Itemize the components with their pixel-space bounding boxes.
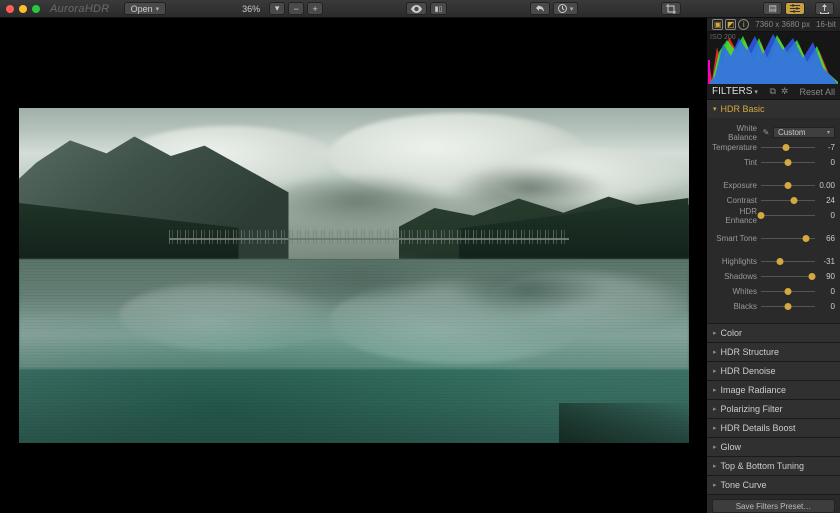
image-viewer[interactable] (0, 18, 707, 513)
reset-all-button[interactable]: Reset All (799, 87, 835, 97)
histogram[interactable]: ISO 200 (707, 32, 840, 84)
highlights-slider[interactable] (761, 256, 815, 267)
export-icon (820, 4, 829, 14)
section-header-image-radiance[interactable]: Image Radiance (707, 381, 840, 399)
zoom-level-label[interactable]: 36% (236, 4, 266, 14)
shadows-slider[interactable] (761, 271, 815, 282)
contrast-slider[interactable] (761, 195, 815, 206)
whites-slider[interactable] (761, 286, 815, 297)
clock-icon (558, 4, 567, 13)
sliders-icon (790, 4, 800, 13)
histogram-toggle-icon[interactable]: ▣ (712, 19, 723, 30)
open-menu-button[interactable]: Open (124, 2, 167, 15)
row-blacks: Blacks0 (712, 300, 835, 313)
hdr-enhance-slider[interactable] (761, 210, 815, 221)
save-filters-preset-button[interactable]: Save Filters Preset (712, 499, 835, 513)
row-hdr-enhance: HDR Enhance0 (712, 209, 835, 222)
filters-header: FILTERS ⧉ ✲ Reset All (707, 84, 840, 100)
preview-image (19, 108, 689, 443)
filters-settings-icon[interactable]: ✲ (781, 86, 789, 97)
info-toggle-icon[interactable]: ◩ (725, 19, 736, 30)
image-bit-depth: 16-bit (816, 20, 836, 29)
temperature-slider[interactable] (761, 142, 815, 153)
row-shadows: Shadows90 (712, 270, 835, 283)
maximize-window-button[interactable] (32, 5, 40, 13)
row-whites: Whites0 (712, 285, 835, 298)
eyedropper-button[interactable]: ✎ (761, 128, 771, 138)
white-balance-label: White Balance (712, 124, 761, 142)
section-header-glow[interactable]: Glow (707, 438, 840, 456)
section-header-hdr-structure[interactable]: HDR Structure (707, 343, 840, 361)
section-header-hdr-basic[interactable]: HDR Basic (707, 100, 840, 118)
section-header-hdr-details-boost[interactable]: HDR Details Boost (707, 419, 840, 437)
filters-title[interactable]: FILTERS (712, 86, 758, 97)
section-header-tone-curve[interactable]: Tone Curve (707, 476, 840, 494)
right-panel: ▣ ◩ i 7360 x 3680 px 16-bit ISO 200 FILT… (707, 18, 840, 513)
row-highlights: Highlights-31 (712, 255, 835, 268)
help-icon[interactable]: i (738, 19, 749, 30)
crop-icon (666, 4, 676, 14)
row-tint: Tint0 (712, 156, 835, 169)
section-hdr-basic: HDR Basic White Balance ✎ Custom Tempera… (707, 100, 840, 324)
copy-filters-icon[interactable]: ⧉ (769, 86, 775, 97)
section-header-color[interactable]: Color (707, 324, 840, 342)
row-white-balance: White Balance ✎ Custom (712, 126, 835, 139)
zoom-in-button[interactable]: + (307, 2, 323, 15)
row-smart-tone: Smart Tone66 (712, 232, 835, 245)
top-toolbar: AuroraHDR Open 36% ▾ − + ▮▯ ▤ (0, 0, 840, 18)
minimize-window-button[interactable] (19, 5, 27, 13)
history-button[interactable] (553, 2, 579, 15)
app-title: AuroraHDR (50, 3, 110, 15)
window-controls (6, 5, 40, 13)
section-header-polarizing-filter[interactable]: Polarizing Filter (707, 400, 840, 418)
zoom-dropdown-button[interactable]: ▾ (269, 2, 285, 15)
undo-icon (535, 4, 545, 13)
exposure-slider[interactable] (761, 180, 815, 191)
image-dimensions: 7360 x 3680 px (755, 20, 810, 29)
section-header-hdr-denoise[interactable]: HDR Denoise (707, 362, 840, 380)
panel-info-bar: ▣ ◩ i 7360 x 3680 px 16-bit (707, 18, 840, 32)
compare-button[interactable]: ▮▯ (430, 2, 448, 15)
row-temperature: Temperature-7 (712, 141, 835, 154)
presets-panel-button[interactable]: ▤ (763, 2, 782, 15)
adjustments-panel-button[interactable] (785, 2, 805, 15)
crop-button[interactable] (661, 2, 681, 15)
blacks-slider[interactable] (761, 301, 815, 312)
white-balance-dropdown[interactable]: Custom (773, 127, 835, 138)
undo-button[interactable] (530, 2, 550, 15)
histogram-graph (707, 32, 840, 84)
row-contrast: Contrast24 (712, 194, 835, 207)
close-window-button[interactable] (6, 5, 14, 13)
section-header-top-bottom-tuning[interactable]: Top & Bottom Tuning (707, 457, 840, 475)
row-exposure: Exposure0.00 (712, 179, 835, 192)
tint-slider[interactable] (761, 157, 815, 168)
eye-icon (411, 5, 422, 13)
smart-tone-slider[interactable] (761, 233, 815, 244)
zoom-out-button[interactable]: − (288, 2, 304, 15)
export-button[interactable] (815, 2, 834, 15)
preview-eye-button[interactable] (406, 2, 427, 15)
filters-scroll[interactable]: HDR Basic White Balance ✎ Custom Tempera… (707, 100, 840, 513)
